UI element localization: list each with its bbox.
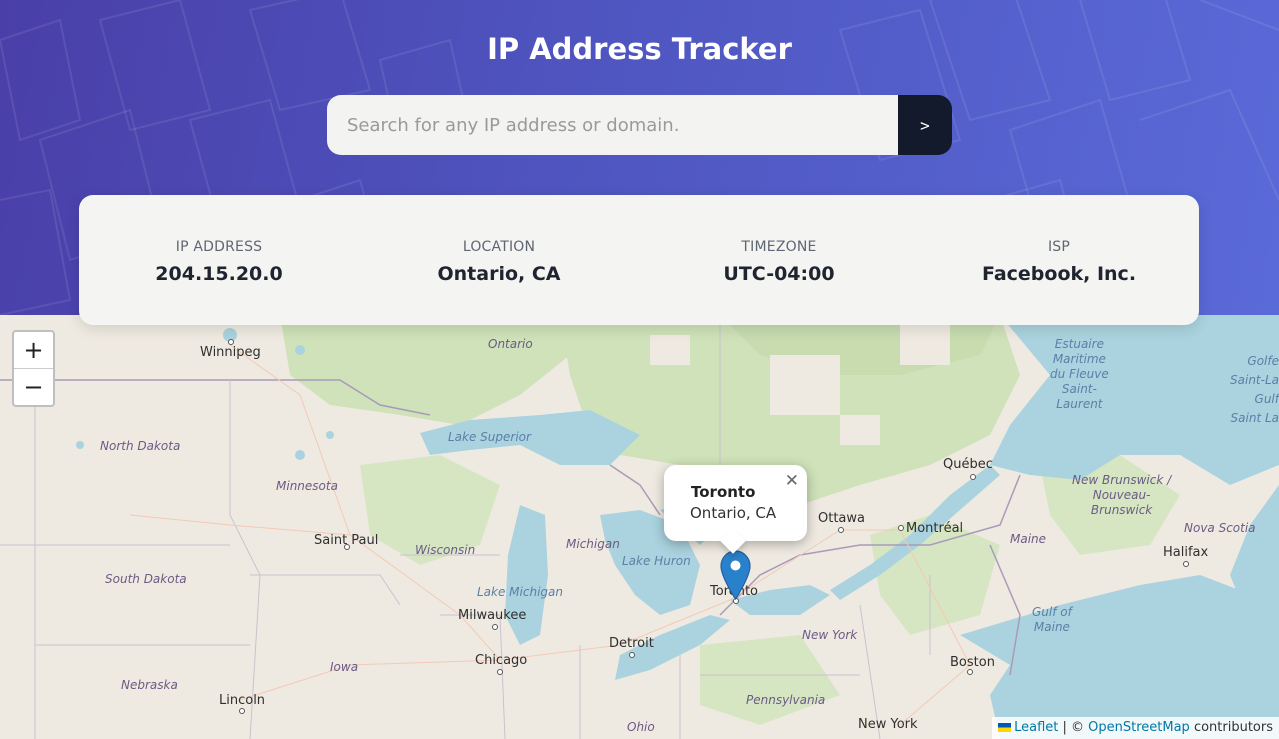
zoom-control: + − bbox=[12, 330, 55, 407]
map-label-new-brunswick: New Brunswick / Nouveau- Brunswick bbox=[1072, 473, 1172, 517]
map-label-maine: Maine bbox=[1010, 532, 1047, 546]
isp-label: ISP bbox=[1047, 239, 1071, 255]
map-label-minnesota: Minnesota bbox=[276, 479, 338, 493]
map-label-halifax: Halifax bbox=[1163, 545, 1209, 560]
isp-value: Facebook, Inc. bbox=[981, 263, 1137, 285]
search-submit-button[interactable]: > bbox=[898, 95, 952, 155]
attribution-separator: | © bbox=[1058, 720, 1089, 735]
map-label-nova-scotia: Nova Scotia bbox=[1184, 521, 1256, 535]
search-input[interactable] bbox=[327, 95, 898, 155]
map-label-estuaire: Estuaire Maritime du Fleuve Saint- Laure… bbox=[1050, 337, 1109, 411]
location-cell: LOCATION Ontario, CA bbox=[359, 195, 639, 325]
map-label-ontario: Ontario bbox=[488, 337, 533, 351]
leaflet-link[interactable]: Leaflet bbox=[1014, 720, 1058, 735]
timezone-label: TIMEZONE bbox=[741, 239, 817, 255]
map-label-pennsylvania: Pennsylvania bbox=[746, 693, 826, 707]
map-label-gulf-of-maine: Gulf of Maine bbox=[1032, 605, 1072, 634]
map-label-michigan: Michigan bbox=[566, 537, 620, 551]
map-label-quebec: Québec bbox=[943, 457, 993, 472]
map-label-boston: Boston bbox=[950, 655, 995, 670]
location-label: LOCATION bbox=[462, 239, 536, 255]
map-label-lincoln: Lincoln bbox=[219, 693, 266, 708]
popup-close-icon[interactable]: ✕ bbox=[785, 471, 799, 491]
zoom-in-button[interactable]: + bbox=[14, 332, 53, 368]
map-label-lake-michigan: Lake Michigan bbox=[477, 585, 563, 599]
location-value: Ontario, CA bbox=[437, 263, 561, 285]
map-label-chicago: Chicago bbox=[475, 653, 528, 668]
map-label-nebraska: Nebraska bbox=[121, 678, 178, 692]
ip-address-value: 204.15.20.0 bbox=[155, 263, 283, 285]
ip-address-label: IP ADDRESS bbox=[175, 239, 263, 255]
info-card: IP ADDRESS 204.15.20.0 LOCATION Ontario,… bbox=[79, 195, 1199, 325]
timezone-value: UTC-04:00 bbox=[723, 263, 835, 285]
timezone-cell: TIMEZONE UTC-04:00 bbox=[639, 195, 919, 325]
map-attribution: Leaflet | © OpenStreetMap contributors bbox=[992, 717, 1279, 739]
popup-title: Toronto bbox=[691, 483, 756, 501]
map-label-new-york-city: New York bbox=[858, 717, 918, 732]
map-label-lake-huron: Lake Huron bbox=[622, 554, 691, 568]
map-label-iowa: Iowa bbox=[330, 660, 359, 674]
map-label-lake-superior: Lake Superior bbox=[448, 430, 531, 444]
ip-address-cell: IP ADDRESS 204.15.20.0 bbox=[79, 195, 359, 325]
location-marker-icon[interactable] bbox=[720, 550, 751, 604]
openstreetmap-link[interactable]: OpenStreetMap bbox=[1088, 720, 1190, 735]
map-label-south-dakota: South Dakota bbox=[105, 572, 187, 586]
search-bar: > bbox=[327, 95, 952, 155]
map-label-golfe: Golfe Saint-La Gulf Saint La bbox=[1230, 354, 1279, 425]
page-title: IP Address Tracker bbox=[487, 32, 792, 66]
map-label-montreal: Montréal bbox=[906, 521, 964, 536]
popup-subtitle: Ontario, CA bbox=[690, 504, 777, 522]
attribution-suffix: contributors bbox=[1189, 720, 1273, 735]
location-popup: Toronto Ontario, CA ✕ bbox=[664, 465, 807, 541]
map-label-wisconsin: Wisconsin bbox=[415, 543, 476, 557]
map-label-ohio: Ohio bbox=[627, 720, 655, 734]
map-label-winnipeg: Winnipeg bbox=[200, 345, 261, 360]
ukraine-flag-icon bbox=[998, 723, 1012, 732]
map[interactable]: Winnipeg Ontario North Dakota Lake Super… bbox=[0, 315, 1279, 739]
map-label-ottawa: Ottawa bbox=[818, 511, 865, 526]
map-label-new-york-state: New York bbox=[802, 628, 858, 642]
zoom-out-button[interactable]: − bbox=[14, 368, 53, 405]
map-label-milwaukee: Milwaukee bbox=[458, 608, 527, 623]
map-label-saint-paul: Saint Paul bbox=[314, 533, 379, 548]
isp-cell: ISP Facebook, Inc. bbox=[919, 195, 1199, 325]
map-label-detroit: Detroit bbox=[609, 636, 654, 651]
map-label-north-dakota: North Dakota bbox=[100, 439, 181, 453]
